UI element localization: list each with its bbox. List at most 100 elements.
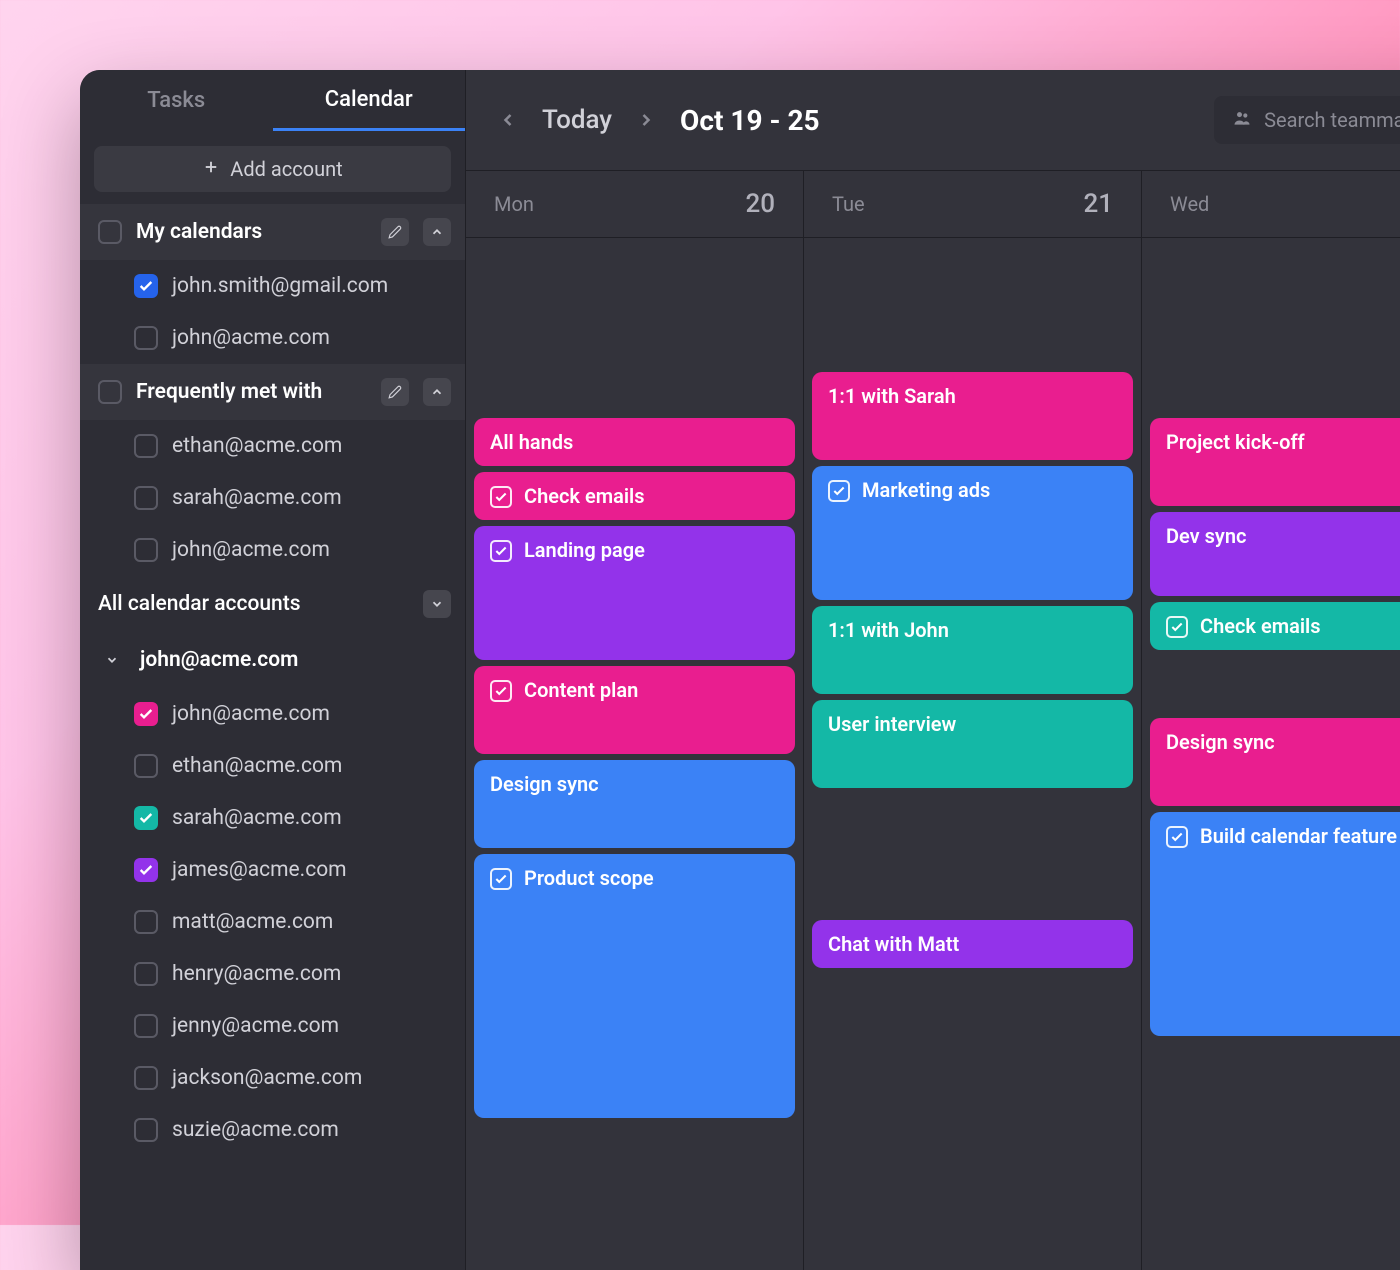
event-title: Build calendar feature: [1200, 824, 1397, 848]
calendar-checkbox[interactable]: [134, 858, 158, 882]
calendar-item-label: sarah@acme.com: [172, 486, 342, 510]
day-column-mon: All hands Check emails Landing page Content…: [466, 238, 804, 1270]
calendar-checkbox[interactable]: [134, 538, 158, 562]
my-calendars-checkbox[interactable]: [98, 220, 122, 244]
event-title: 1:1 with John: [828, 618, 949, 642]
calendar-item-label: jenny@acme.com: [172, 1014, 339, 1038]
calendar-item[interactable]: ethan@acme.com: [80, 740, 465, 792]
calendar-item[interactable]: jenny@acme.com: [80, 1000, 465, 1052]
event-checkbox[interactable]: [490, 868, 512, 890]
calendar-checkbox[interactable]: [134, 1014, 158, 1038]
calendar-event[interactable]: Landing page: [474, 526, 795, 660]
calendar-checkbox[interactable]: [134, 702, 158, 726]
calendar-checkbox[interactable]: [134, 962, 158, 986]
calendar-item[interactable]: suzie@acme.com: [80, 1104, 465, 1156]
frequently-met-checkbox[interactable]: [98, 380, 122, 404]
event-title: Check emails: [1200, 614, 1321, 638]
calendar-item-label: suzie@acme.com: [172, 1118, 339, 1142]
calendar-event[interactable]: User interview: [812, 700, 1133, 788]
calendar-item[interactable]: ethan@acme.com: [80, 420, 465, 472]
calendar-event[interactable]: 1:1 with Sarah: [812, 372, 1133, 460]
calendar-event[interactable]: Build calendar feature: [1150, 812, 1400, 1036]
day-header-wed: Wed: [1142, 171, 1400, 237]
calendar-event[interactable]: 1:1 with John: [812, 606, 1133, 694]
calendar-item-label: john@acme.com: [172, 326, 330, 350]
calendar-event[interactable]: Design sync: [474, 760, 795, 848]
edit-icon[interactable]: [381, 218, 409, 246]
tab-calendar[interactable]: Calendar: [273, 70, 466, 131]
today-button[interactable]: Today: [542, 105, 612, 135]
calendar-item-label: john@acme.com: [172, 702, 330, 726]
next-week-button[interactable]: [634, 108, 658, 132]
calendar-item[interactable]: sarah@acme.com: [80, 792, 465, 844]
tab-tasks[interactable]: Tasks: [80, 70, 273, 131]
event-checkbox[interactable]: [1166, 616, 1188, 638]
day-header-mon: Mon20: [466, 171, 804, 237]
section-my-calendars[interactable]: My calendars: [80, 204, 465, 260]
calendar-event[interactable]: Check emails: [1150, 602, 1400, 650]
calendar-checkbox[interactable]: [134, 326, 158, 350]
event-checkbox[interactable]: [490, 680, 512, 702]
calendar-item[interactable]: sarah@acme.com: [80, 472, 465, 524]
event-title: Chat with Matt: [828, 932, 959, 956]
add-account-button[interactable]: Add account: [94, 146, 451, 192]
chevron-up-icon[interactable]: [423, 218, 451, 246]
day-header-tue: Tue21: [804, 171, 1142, 237]
my-calendars-label: My calendars: [136, 220, 367, 244]
calendar-item[interactable]: matt@acme.com: [80, 896, 465, 948]
calendar-checkbox[interactable]: [134, 1066, 158, 1090]
search-teammates[interactable]: Search teammates: [1214, 96, 1400, 144]
calendar-item[interactable]: henry@acme.com: [80, 948, 465, 1000]
section-all-accounts[interactable]: All calendar accounts: [80, 576, 465, 632]
calendar-checkbox[interactable]: [134, 486, 158, 510]
calendar-checkbox[interactable]: [134, 806, 158, 830]
calendar-item-label: ethan@acme.com: [172, 434, 342, 458]
calendar-item[interactable]: john@acme.com: [80, 312, 465, 364]
chevron-down-icon[interactable]: [98, 646, 126, 674]
calendar-item[interactable]: john@acme.com: [80, 524, 465, 576]
event-checkbox[interactable]: [1166, 826, 1188, 848]
calendar-checkbox[interactable]: [134, 910, 158, 934]
calendar-item[interactable]: james@acme.com: [80, 844, 465, 896]
calendar-event[interactable]: Design sync: [1150, 718, 1400, 806]
calendar-event[interactable]: All hands: [474, 418, 795, 466]
calendar-event[interactable]: Content plan: [474, 666, 795, 754]
calendar-item[interactable]: john.smith@gmail.com: [80, 260, 465, 312]
event-title: User interview: [828, 712, 956, 736]
event-title: 1:1 with Sarah: [828, 384, 956, 408]
chevron-down-icon[interactable]: [423, 590, 451, 618]
day-column-tue: 1:1 with Sarah Marketing ads 1:1 with John…: [804, 238, 1142, 1270]
event-checkbox[interactable]: [490, 540, 512, 562]
week-header: Mon20 Tue21 Wed: [466, 170, 1400, 238]
calendar-item[interactable]: jackson@acme.com: [80, 1052, 465, 1104]
calendar-event[interactable]: Project kick-off: [1150, 418, 1400, 506]
event-title: Design sync: [490, 772, 599, 796]
my-calendars-list: john.smith@gmail.com john@acme.com: [80, 260, 465, 364]
calendar-checkbox[interactable]: [134, 1118, 158, 1142]
calendar-main: Today Oct 19 - 25 Search teammates Mon20…: [465, 70, 1400, 1270]
calendar-checkbox[interactable]: [134, 754, 158, 778]
edit-icon[interactable]: [381, 378, 409, 406]
calendar-checkbox[interactable]: [134, 434, 158, 458]
calendar-event[interactable]: Check emails: [474, 472, 795, 520]
frequently-met-label: Frequently met with: [136, 380, 367, 404]
event-title: Content plan: [524, 678, 638, 702]
calendar-event[interactable]: Product scope: [474, 854, 795, 1118]
prev-week-button[interactable]: [496, 108, 520, 132]
calendar-item-label: john.smith@gmail.com: [172, 274, 388, 298]
calendar-checkbox[interactable]: [134, 274, 158, 298]
date-range: Oct 19 - 25: [680, 104, 820, 137]
account-john[interactable]: john@acme.com: [80, 632, 465, 688]
event-checkbox[interactable]: [490, 486, 512, 508]
event-checkbox[interactable]: [828, 480, 850, 502]
calendar-event[interactable]: Marketing ads: [812, 466, 1133, 600]
topbar: Today Oct 19 - 25 Search teammates: [466, 70, 1400, 170]
calendar-item[interactable]: john@acme.com: [80, 688, 465, 740]
calendar-event[interactable]: Chat with Matt: [812, 920, 1133, 968]
event-title: All hands: [490, 430, 573, 454]
section-frequently-met[interactable]: Frequently met with: [80, 364, 465, 420]
event-title: Project kick-off: [1166, 430, 1305, 454]
chevron-up-icon[interactable]: [423, 378, 451, 406]
calendar-event[interactable]: Dev sync: [1150, 512, 1400, 596]
calendar-item-label: james@acme.com: [172, 858, 347, 882]
